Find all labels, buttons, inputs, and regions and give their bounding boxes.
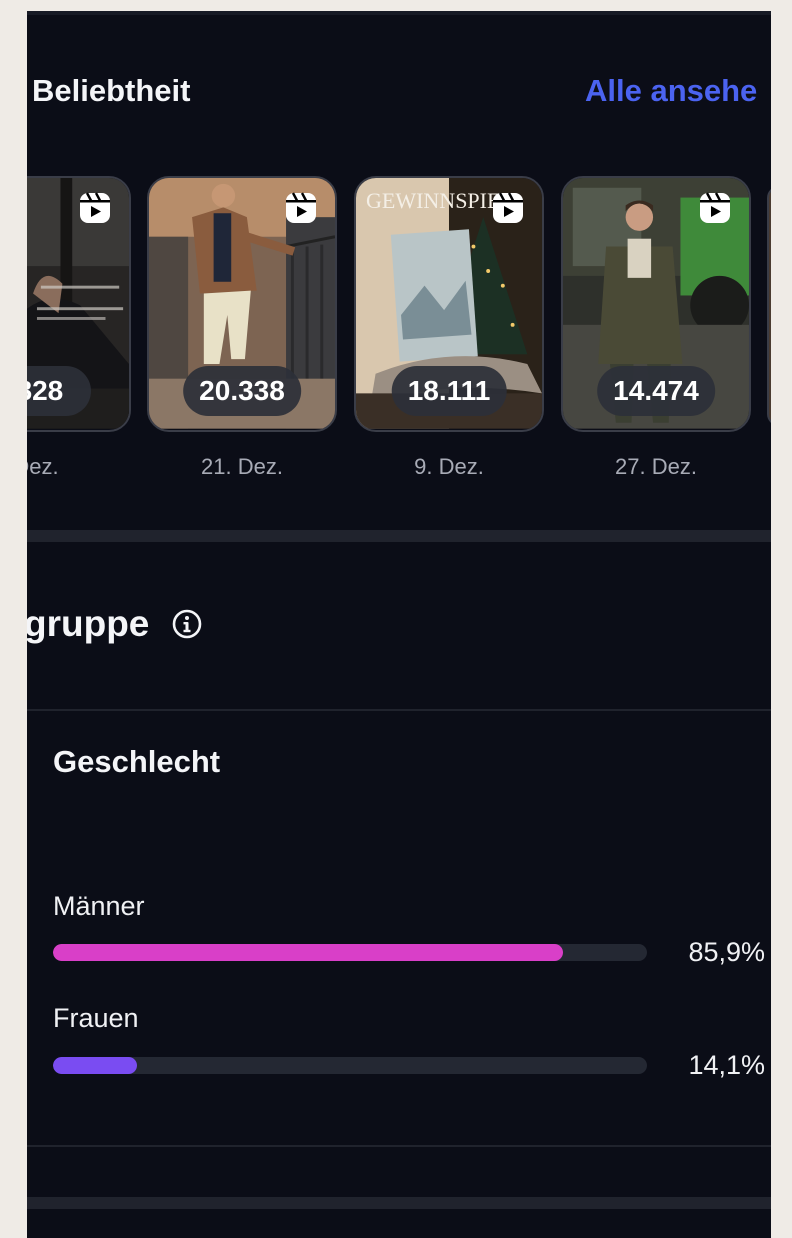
reel-card[interactable]: 14.474 [561,176,751,432]
reel-date: 21. Dez. [201,454,283,479]
reel-view-count: 18.111 [391,366,507,416]
gender-bar-women [53,1057,647,1074]
info-icon[interactable] [171,608,203,640]
card-divider [27,1145,771,1147]
reels-icon [493,192,523,223]
reel-card[interactable]: 20.338 [147,176,337,432]
gender-label-men: Männer [53,891,145,921]
reel-view-count: 20.338 [183,366,301,416]
reel-view-count: .828 [27,366,91,416]
gender-bar-fill-women [53,1057,137,1074]
gender-card-title: Geschlecht [53,744,221,779]
reels-icon [286,192,316,223]
section-divider [27,1197,771,1209]
gender-value-women: 14,1% [688,1050,765,1080]
popularity-section-title: Beliebtheit [32,73,191,108]
reel-card[interactable]: GEWINNSPIEL 18.111 [354,176,544,432]
reel-card[interactable]: .828 [27,176,131,432]
reel-date: Dez. [27,454,59,479]
gender-label-women: Frauen [53,1003,139,1033]
gender-value-men: 85,9% [688,937,765,967]
reel-date: 9. Dez. [414,454,484,479]
top-divider [27,11,771,15]
audience-section-title: gruppe [27,603,150,644]
gender-bar-men [53,944,647,961]
gender-bar-fill-men [53,944,564,961]
section-divider [27,530,771,542]
reel-card-peek[interactable] [767,186,771,426]
reels-icon [80,192,110,223]
card-divider [27,709,771,711]
insights-screen: Beliebtheit Alle ansehe .828 Dez. [27,11,771,1238]
reels-icon [700,192,730,223]
reel-date: 27. Dez. [615,454,697,479]
reel-view-count: 14.474 [597,366,715,416]
see-all-link[interactable]: Alle ansehe [585,73,757,109]
